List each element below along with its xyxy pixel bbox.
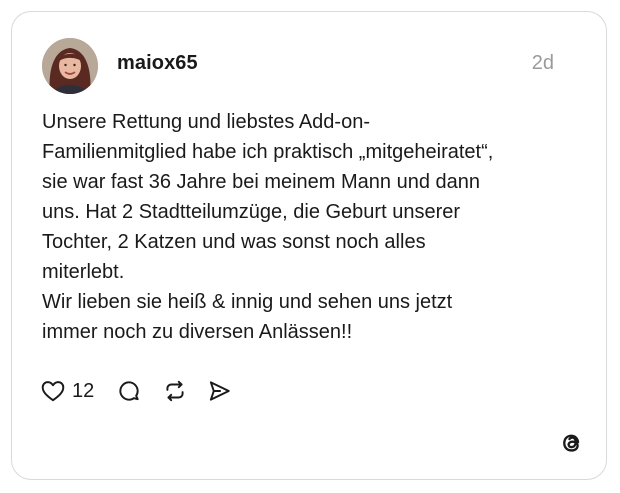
post-text-line: miterlebt. (42, 261, 125, 283)
post-text-line: Wir lieben sie heiß & innig und sehen un… (42, 291, 453, 313)
avatar[interactable] (42, 38, 98, 94)
like-button[interactable]: 12 (40, 378, 94, 404)
post-card: maiox65 2d Unsere Rettung und liebstes A… (11, 11, 607, 480)
post-actions: 12 (40, 377, 232, 405)
post-text-line: Unsere Rettung und liebstes Add-on- (42, 111, 370, 133)
share-button[interactable] (206, 378, 232, 404)
post-text-line: uns. Hat 2 Stadtteilumzüge, die Geburt u… (42, 201, 461, 223)
post-text-line: Tochter, 2 Katzen und was sonst noch all… (42, 231, 426, 253)
like-count: 12 (72, 379, 95, 402)
threads-logo-icon[interactable] (558, 429, 586, 457)
post-text-line: sie war fast 36 Jahre bei meinem Mann un… (42, 171, 481, 193)
avatar-image (42, 38, 98, 94)
post-text-line: immer noch zu diversen Anlässen!! (42, 321, 353, 343)
comment-button[interactable] (116, 378, 142, 404)
post-text-line: Familienmitglied habe ich praktisch „mit… (42, 141, 494, 163)
username[interactable]: maiox65 (117, 52, 198, 75)
comment-icon (119, 381, 139, 401)
post-text: Unsere Rettung und liebstes Add-on- Fami… (42, 107, 582, 347)
threads-logo-svg (563, 434, 580, 452)
post-timestamp: 2d (531, 52, 554, 74)
heart-icon (41, 381, 65, 402)
share-icon (210, 381, 230, 401)
repost-icon (166, 380, 184, 402)
repost-button[interactable] (162, 378, 188, 404)
